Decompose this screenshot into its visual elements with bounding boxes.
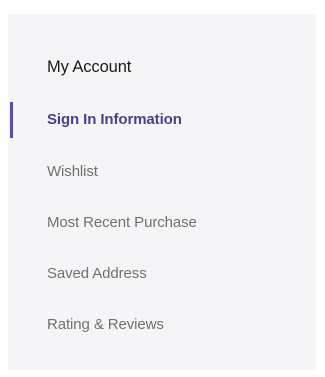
menu-item-label: Saved Address (47, 265, 147, 282)
menu-item-label: Wishlist (47, 163, 98, 180)
menu-item-label: Most Recent Purchase (47, 214, 197, 231)
menu-item-wishlist[interactable]: Wishlist (8, 154, 308, 190)
menu-item-sign-in-information[interactable]: Sign In Information (8, 102, 308, 138)
menu-item-label: Sign In Information (47, 111, 182, 128)
active-indicator-bar (10, 102, 13, 138)
menu-item-saved-address[interactable]: Saved Address (8, 256, 308, 292)
menu-item-rating-reviews[interactable]: Rating & Reviews (8, 307, 308, 343)
account-menu-title: My Account (47, 58, 132, 76)
account-sidebar: My Account Sign In Information Wishlist … (8, 14, 316, 370)
menu-item-label: Rating & Reviews (47, 316, 164, 333)
menu-item-most-recent-purchase[interactable]: Most Recent Purchase (8, 205, 308, 241)
